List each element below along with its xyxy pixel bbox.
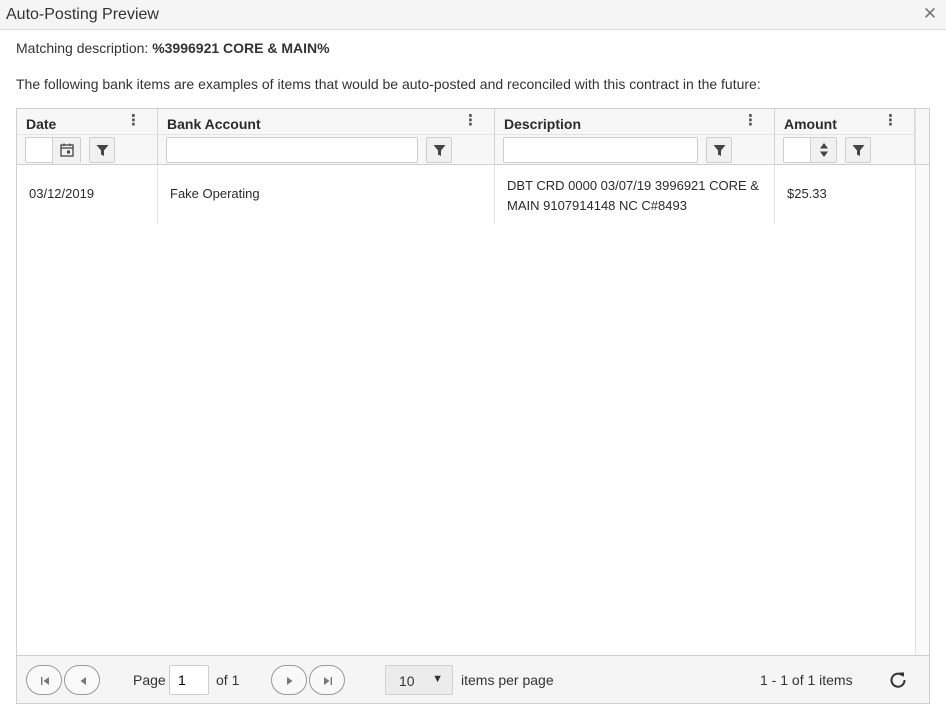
filter-icon [852,145,865,156]
cell-amount-text: $25.33 [787,186,827,201]
chevron-down-icon: ▼ [432,673,443,685]
page-count-label: of 1 [216,672,240,688]
column-amount: Amount ⋮ [775,109,915,165]
filter-row-amount [775,134,914,164]
cell-bank-account: Fake Operating [158,165,495,224]
matching-value: %3996921 CORE & MAIN% [152,40,330,56]
filter-row-description [495,134,774,164]
last-page-button[interactable] [309,665,345,695]
cell-bank-account-text: Fake Operating [170,186,260,201]
bank-account-filter-input[interactable] [166,137,418,163]
close-icon[interactable]: ✕ [920,4,940,24]
item-range-label: 1 - 1 of 1 items [760,672,853,688]
dialog-title: Auto-Posting Preview [6,6,159,23]
page-number-input[interactable] [169,665,209,695]
items-per-page-value: 10 [399,673,415,689]
filter-icon [96,145,109,156]
column-menu-icon[interactable]: ⋮ [463,112,478,130]
amount-filter-input[interactable] [783,137,837,163]
cell-date: 03/12/2019 [17,165,158,224]
stepper-arrows-icon[interactable] [810,138,836,162]
column-bank-account: Bank Account ⋮ [158,109,495,165]
filter-icon [433,145,446,156]
column-date: Date ⋮ [17,109,158,165]
grid-body: 03/12/2019 Fake Operating DBT CRD 0000 0… [17,165,915,655]
cell-description: DBT CRD 0000 03/07/19 3996921 CORE & MAI… [495,165,775,224]
grid-header: Date ⋮ Bank Account ⋮ Description ⋮ Amou… [17,109,915,165]
cell-description-text: DBT CRD 0000 03/07/19 3996921 CORE & MAI… [507,178,759,213]
next-page-icon [287,677,293,685]
refresh-icon[interactable] [887,669,909,691]
column-header-description[interactable]: Description [504,116,581,132]
cell-date-text: 03/12/2019 [29,186,95,201]
first-page-icon [41,677,49,685]
bank-account-filter-button[interactable] [426,137,452,163]
bank-account-filter-field[interactable] [167,138,417,162]
column-menu-icon[interactable]: ⋮ [743,112,758,130]
previous-page-icon [80,677,86,685]
filter-row-date [17,134,157,164]
filter-row-bank-account [158,134,494,164]
bank-items-grid: Date ⋮ Bank Account ⋮ Description ⋮ Amou… [16,108,930,704]
column-header-bank-account[interactable]: Bank Account [167,116,261,132]
column-header-amount[interactable]: Amount [784,116,837,132]
filter-icon [713,145,726,156]
first-page-button[interactable] [26,665,62,695]
pager: Page of 1 10 ▼ items per page 1 - 1 of 1… [17,655,929,703]
description-filter-input[interactable] [503,137,698,163]
date-filter-button[interactable] [89,137,115,163]
date-filter-input[interactable] [25,137,81,164]
vertical-scrollbar[interactable] [915,165,929,655]
next-page-button[interactable] [271,665,307,695]
explanation-text: The following bank items are examples of… [16,76,761,92]
cell-amount: $25.33 [775,165,915,224]
matching-label: Matching description: [16,40,153,56]
page-number-field[interactable] [170,666,208,694]
description-filter-field[interactable] [504,138,697,162]
matching-description: Matching description: %3996921 CORE & MA… [16,40,330,56]
column-header-date[interactable]: Date [26,116,56,132]
calendar-icon[interactable] [52,138,80,164]
column-menu-icon[interactable]: ⋮ [126,112,141,130]
items-per-page-label: items per page [461,672,554,688]
column-menu-icon[interactable]: ⋮ [883,112,898,130]
column-description: Description ⋮ [495,109,775,165]
header-scroll-spacer [915,109,929,165]
page-label: Page [133,672,166,688]
table-row[interactable]: 03/12/2019 Fake Operating DBT CRD 0000 0… [17,165,915,224]
amount-filter-button[interactable] [845,137,871,163]
last-page-icon [324,677,332,685]
description-filter-button[interactable] [706,137,732,163]
items-per-page-select[interactable]: 10 ▼ [385,665,453,695]
previous-page-button[interactable] [64,665,100,695]
dialog-titlebar: Auto-Posting Preview ✕ [0,0,946,30]
